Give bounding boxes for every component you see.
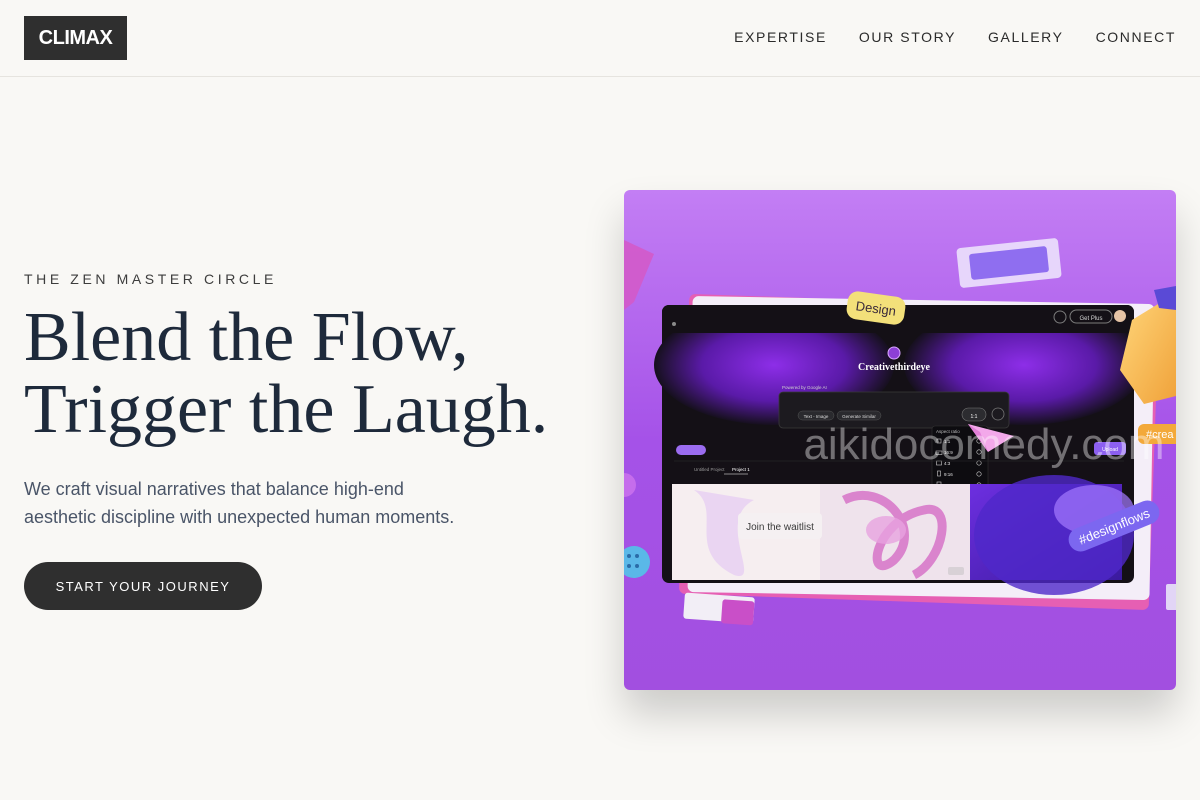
hero-headline: Blend the Flow, Trigger the Laugh.	[24, 302, 624, 446]
chip-generate-similar: Generate Similar	[842, 414, 876, 419]
start-journey-button[interactable]: START YOUR JOURNEY	[24, 562, 262, 610]
hero-headline-line-1: Blend the Flow,	[24, 299, 469, 376]
logo[interactable]: CLIMAX	[24, 16, 127, 60]
tab-untitled-project: Untitled Project	[694, 467, 725, 472]
hero-image: Get Plus Creativethirdeye Powered by Goo…	[624, 190, 1176, 690]
waitlist-label: Join the waitlist	[746, 522, 814, 533]
nav-expertise[interactable]: EXPERTISE	[734, 28, 827, 46]
get-plus-button: Get Plus	[1079, 316, 1102, 322]
watermark-text: aikidocomedy.com	[803, 420, 1164, 469]
tab-project-1: Project 1	[732, 467, 750, 472]
nav-gallery[interactable]: GALLERY	[988, 28, 1064, 46]
nav-connect[interactable]: CONNECT	[1096, 28, 1176, 46]
nav-our-story[interactable]: OUR STORY	[859, 28, 956, 46]
powered-by: Powered by Google AI	[782, 385, 827, 390]
site-header: CLIMAX EXPERTISE OUR STORY GALLERY CONNE…	[0, 0, 1200, 77]
hero-subtext: We craft visual narratives that balance …	[24, 479, 455, 527]
brand-title: Creativethirdeye	[858, 362, 931, 373]
hero-eyebrow: THE ZEN MASTER CIRCLE	[24, 271, 277, 287]
main-nav: EXPERTISE OUR STORY GALLERY CONNECT	[734, 28, 1176, 46]
aspect-option: 9:16	[944, 472, 953, 477]
hero-headline-line-2: Trigger the Laugh.	[24, 371, 549, 448]
chip-text-image: Text - Image	[804, 414, 829, 419]
